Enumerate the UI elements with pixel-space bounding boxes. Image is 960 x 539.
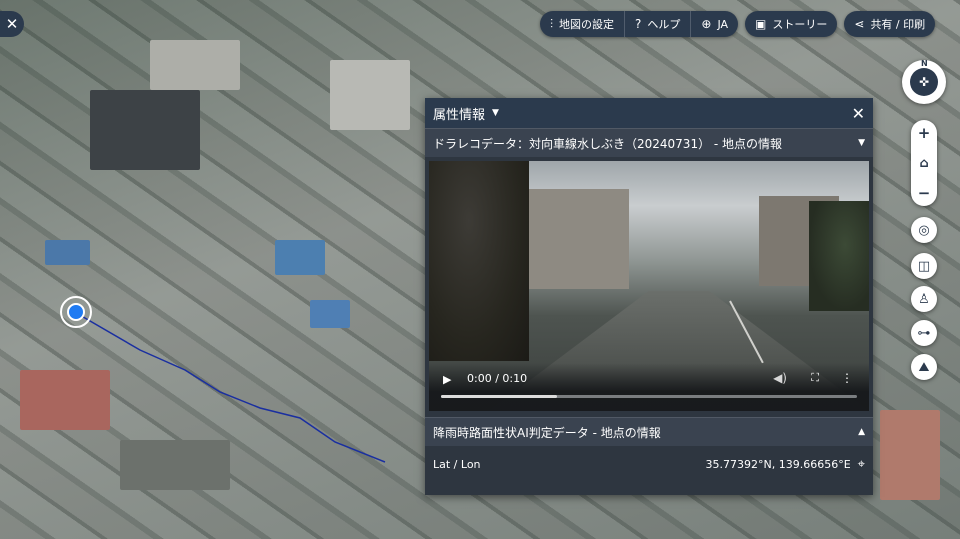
- video-section-title: ドラレコデータ：対向車線水しぶき（20240731） - 地点の情報: [433, 136, 783, 151]
- location-pin-icon[interactable]: ⌖: [858, 457, 865, 472]
- home-icon[interactable]: ⌂: [919, 156, 928, 171]
- panel-header: 属性情報 ▼ ✕: [425, 98, 873, 128]
- route-line: [77, 313, 386, 463]
- zoom-out-icon[interactable]: −: [918, 184, 931, 202]
- language-button[interactable]: ⊕ JA: [691, 11, 738, 37]
- top-toolbar: ⫶ 地図の設定 ? ヘルプ ⊕ JA ▣ ストーリー ⋖ 共有 / 印刷: [540, 11, 936, 37]
- panel-title-dropdown[interactable]: 属性情報 ▼: [433, 104, 499, 123]
- help-circle-icon: ?: [635, 17, 642, 31]
- story-icon: ▣: [755, 17, 767, 31]
- video-tree: [809, 201, 869, 311]
- video-tree: [429, 161, 529, 361]
- story-label: ストーリー: [772, 18, 828, 31]
- latlon-coords: 35.77392°N, 139.66656°E ⌖: [706, 457, 865, 472]
- video-building: [519, 189, 629, 289]
- share-print-label: 共有 / 印刷: [870, 18, 926, 31]
- chevron-down-icon: ▼: [858, 138, 865, 148]
- zoom-in-icon[interactable]: +: [918, 124, 931, 142]
- pedestrian-icon[interactable]: ♙: [911, 286, 937, 312]
- compass-dial: ✜: [910, 68, 938, 96]
- story-button[interactable]: ▣ ストーリー: [745, 11, 838, 37]
- dashcam-video[interactable]: ▶ 0:00 / 0:10 ◀) ⛶ ⋮: [429, 161, 869, 411]
- language-label: JA: [717, 17, 729, 31]
- video-section-header[interactable]: ドラレコデータ：対向車線水しぶき（20240731） - 地点の情報 ▼: [425, 128, 873, 157]
- share-icon: ⋖: [854, 17, 865, 31]
- ai-section-header[interactable]: 降雨時路面性状AI判定データ - 地点の情報 ▲: [425, 417, 873, 446]
- latlon-row: Lat / Lon 35.77392°N, 139.66656°E ⌖: [425, 446, 873, 482]
- share-print-button[interactable]: ⋖ 共有 / 印刷: [844, 11, 936, 37]
- video-time: 0:00 / 0:10: [467, 372, 528, 385]
- location-pin-icon[interactable]: [60, 296, 92, 328]
- sliders-icon: ⫶: [550, 17, 554, 31]
- ai-section-title: 降雨時路面性状AI判定データ - 地点の情報: [433, 425, 661, 440]
- map-settings-button[interactable]: ⫶ 地図の設定: [540, 11, 626, 37]
- panel-close-icon[interactable]: ✕: [852, 104, 865, 123]
- attribute-panel: 属性情報 ▼ ✕ ドラレコデータ：対向車線水しぶき（20240731） - 地点…: [425, 98, 873, 495]
- video-progress-bar[interactable]: [441, 395, 857, 398]
- compass-north-label: N: [921, 59, 928, 68]
- terrain-icon[interactable]: ⛰: [911, 354, 937, 380]
- toolbar-group: ⫶ 地図の設定 ? ヘルプ ⊕ JA: [540, 11, 739, 37]
- measure-icon[interactable]: ⊶: [911, 320, 937, 346]
- play-icon[interactable]: ▶: [443, 373, 451, 386]
- fullscreen-icon[interactable]: ⛶: [811, 371, 819, 385]
- video-progress-fill: [441, 395, 558, 398]
- chevron-down-icon: ▼: [492, 108, 499, 118]
- split-view-icon[interactable]: ◫: [911, 253, 937, 279]
- chevron-up-icon: ▲: [858, 427, 865, 437]
- compass-icon[interactable]: N ✜: [902, 59, 946, 104]
- help-button[interactable]: ? ヘルプ: [625, 11, 692, 37]
- globe-icon: ⊕: [701, 17, 712, 31]
- map-settings-label: 地図の設定: [559, 18, 615, 31]
- zoom-control: + ⌂ −: [911, 120, 937, 206]
- help-label: ヘルプ: [647, 18, 681, 31]
- volume-icon[interactable]: ◀): [773, 371, 787, 385]
- locate-icon[interactable]: ◎: [911, 217, 937, 243]
- more-icon[interactable]: ⋮: [841, 371, 853, 385]
- latlon-label: Lat / Lon: [433, 457, 481, 471]
- panel-title: 属性情報: [433, 107, 486, 123]
- video-controls: ▶ 0:00 / 0:10 ◀) ⛶ ⋮: [429, 365, 869, 405]
- latlon-value: 35.77392°N, 139.66656°E: [705, 457, 851, 471]
